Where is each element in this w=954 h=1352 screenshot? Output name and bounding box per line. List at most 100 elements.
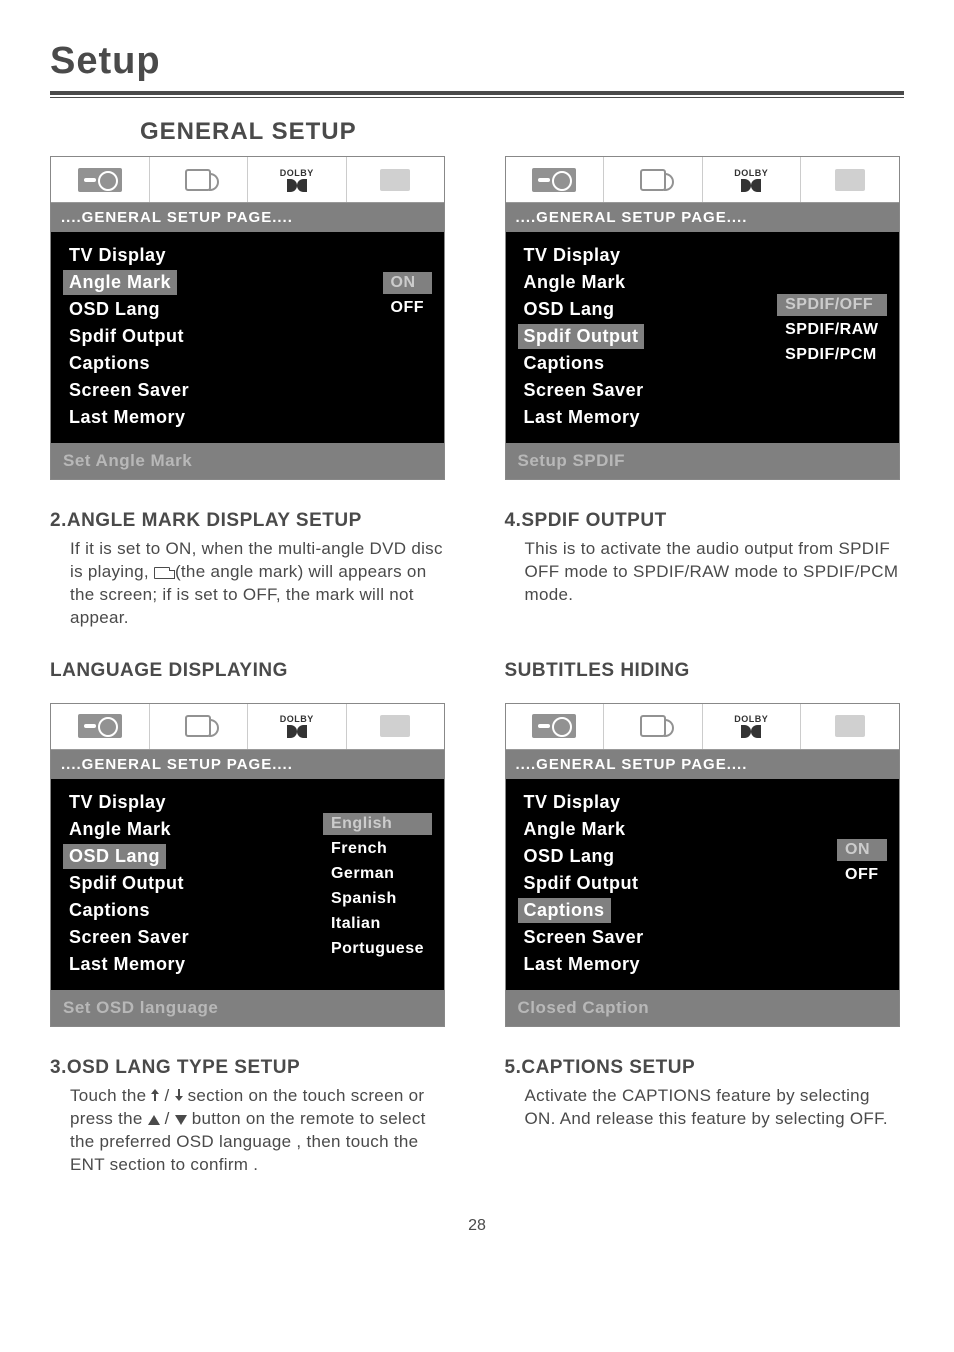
- gear-icon: [78, 168, 122, 192]
- menu-item[interactable]: Last Memory: [518, 405, 647, 430]
- menu-item[interactable]: OSD Lang: [518, 844, 621, 869]
- menu-item[interactable]: Screen Saver: [63, 378, 195, 403]
- menu-footer: Setup SPDIF: [506, 443, 899, 479]
- menu-item[interactable]: Spdif Output: [63, 871, 190, 896]
- heading-subtitles-hiding: SUBTITLES HIDING: [505, 660, 905, 682]
- heading-language-displaying: LANGUAGE DISPLAYING: [50, 660, 450, 682]
- tab-general[interactable]: [51, 704, 150, 749]
- tab-dolby[interactable]: DOLBY: [703, 157, 802, 202]
- tab-general[interactable]: [51, 157, 150, 202]
- menu-body: TV Display Angle Mark OSD Lang Spdif Out…: [506, 779, 899, 990]
- tab-bar: DOLBY: [51, 704, 444, 750]
- tab-bar: DOLBY: [51, 157, 444, 203]
- heading-captions: 5.CAPTIONS SETUP: [505, 1057, 905, 1079]
- menu-footer: Closed Caption: [506, 990, 899, 1026]
- row-cards-2: DOLBY ....GENERAL SETUP PAGE.... TV Disp…: [50, 703, 904, 1027]
- equalizer-icon: [380, 169, 410, 191]
- menu-item-selected[interactable]: Captions: [518, 898, 611, 923]
- tab-dolby[interactable]: DOLBY: [703, 704, 802, 749]
- gear-icon: [532, 714, 576, 738]
- speaker-icon: [185, 715, 211, 737]
- option[interactable]: OFF: [837, 864, 887, 886]
- option[interactable]: SPDIF/PCM: [777, 344, 886, 366]
- menu-item[interactable]: Screen Saver: [63, 925, 195, 950]
- menu-item[interactable]: Angle Mark: [518, 817, 632, 842]
- equalizer-icon: [835, 715, 865, 737]
- arrow-up-icon: [151, 1089, 159, 1101]
- tab-dolby[interactable]: DOLBY: [248, 704, 347, 749]
- tab-video[interactable]: [347, 157, 445, 202]
- menu-footer: Set OSD language: [51, 990, 444, 1026]
- option-selected[interactable]: SPDIF/OFF: [777, 294, 886, 316]
- menu-item[interactable]: Captions: [63, 898, 156, 923]
- equalizer-icon: [380, 715, 410, 737]
- tab-audio[interactable]: [150, 157, 249, 202]
- tab-video[interactable]: [347, 704, 445, 749]
- menu-item[interactable]: OSD Lang: [63, 297, 166, 322]
- option[interactable]: Italian: [323, 913, 432, 935]
- option[interactable]: Spanish: [323, 888, 432, 910]
- gear-icon: [78, 714, 122, 738]
- menu-item[interactable]: Captions: [518, 351, 611, 376]
- option[interactable]: SPDIF/RAW: [777, 319, 886, 341]
- speaker-icon: [185, 169, 211, 191]
- option[interactable]: German: [323, 863, 432, 885]
- tab-bar: DOLBY: [506, 704, 899, 750]
- tab-audio[interactable]: [150, 704, 249, 749]
- menu-item-selected[interactable]: Angle Mark: [63, 270, 177, 295]
- tab-audio[interactable]: [604, 157, 703, 202]
- menu-item[interactable]: TV Display: [63, 243, 172, 268]
- menu-item[interactable]: Spdif Output: [518, 871, 645, 896]
- tab-video[interactable]: [801, 704, 899, 749]
- menu-item[interactable]: Screen Saver: [518, 378, 650, 403]
- menu-item[interactable]: Last Memory: [63, 405, 192, 430]
- menu-item[interactable]: OSD Lang: [518, 297, 621, 322]
- page-title: Setup: [50, 40, 904, 83]
- divider-thick: [50, 91, 904, 95]
- option-selected[interactable]: ON: [383, 272, 433, 294]
- option[interactable]: OFF: [383, 297, 433, 319]
- tab-bar: DOLBY: [506, 157, 899, 203]
- tab-dolby[interactable]: DOLBY: [248, 157, 347, 202]
- tab-audio[interactable]: [604, 704, 703, 749]
- menu-body: TV Display Angle Mark OSD Lang Spdif Out…: [51, 232, 444, 443]
- option-selected[interactable]: ON: [837, 839, 887, 861]
- menu-body: TV Display Angle Mark OSD Lang Spdif Out…: [506, 232, 899, 443]
- menu-item-selected[interactable]: OSD Lang: [63, 844, 166, 869]
- option[interactable]: Portuguese: [323, 938, 432, 960]
- option[interactable]: French: [323, 838, 432, 860]
- menu-header: ....GENERAL SETUP PAGE....: [506, 203, 899, 232]
- dolby-icon: DOLBY: [734, 714, 768, 738]
- gear-icon: [532, 168, 576, 192]
- menu-item[interactable]: Last Memory: [518, 952, 647, 977]
- angle-mark-icon: [154, 567, 170, 579]
- menu-item[interactable]: TV Display: [518, 243, 627, 268]
- para-spdif: This is to activate the audio output fro…: [505, 538, 905, 607]
- heading-spdif: 4.SPDIF OUTPUT: [505, 510, 905, 532]
- menu-item[interactable]: Angle Mark: [518, 270, 632, 295]
- menu-item[interactable]: Captions: [63, 351, 156, 376]
- option-selected[interactable]: English: [323, 813, 432, 835]
- speaker-icon: [640, 715, 666, 737]
- dolby-icon: DOLBY: [280, 168, 314, 192]
- menu-header: ....GENERAL SETUP PAGE....: [506, 750, 899, 779]
- menu-item[interactable]: Screen Saver: [518, 925, 650, 950]
- tab-video[interactable]: [801, 157, 899, 202]
- triangle-up-icon: [148, 1115, 160, 1125]
- page-number: 28: [50, 1217, 904, 1235]
- menu-item[interactable]: TV Display: [518, 790, 627, 815]
- menu-header: ....GENERAL SETUP PAGE....: [51, 203, 444, 232]
- tab-general[interactable]: [506, 704, 605, 749]
- dolby-icon: DOLBY: [734, 168, 768, 192]
- menu-card-osd-lang: DOLBY ....GENERAL SETUP PAGE.... TV Disp…: [50, 703, 445, 1027]
- menu-item[interactable]: TV Display: [63, 790, 172, 815]
- row-text-1: 2.ANGLE MARK DISPLAY SETUP If it is set …: [50, 510, 904, 630]
- menu-item[interactable]: Last Memory: [63, 952, 192, 977]
- menu-item[interactable]: Spdif Output: [63, 324, 190, 349]
- dolby-icon: DOLBY: [280, 714, 314, 738]
- equalizer-icon: [835, 169, 865, 191]
- menu-item-selected[interactable]: Spdif Output: [518, 324, 645, 349]
- tab-general[interactable]: [506, 157, 605, 202]
- speaker-icon: [640, 169, 666, 191]
- menu-item[interactable]: Angle Mark: [63, 817, 177, 842]
